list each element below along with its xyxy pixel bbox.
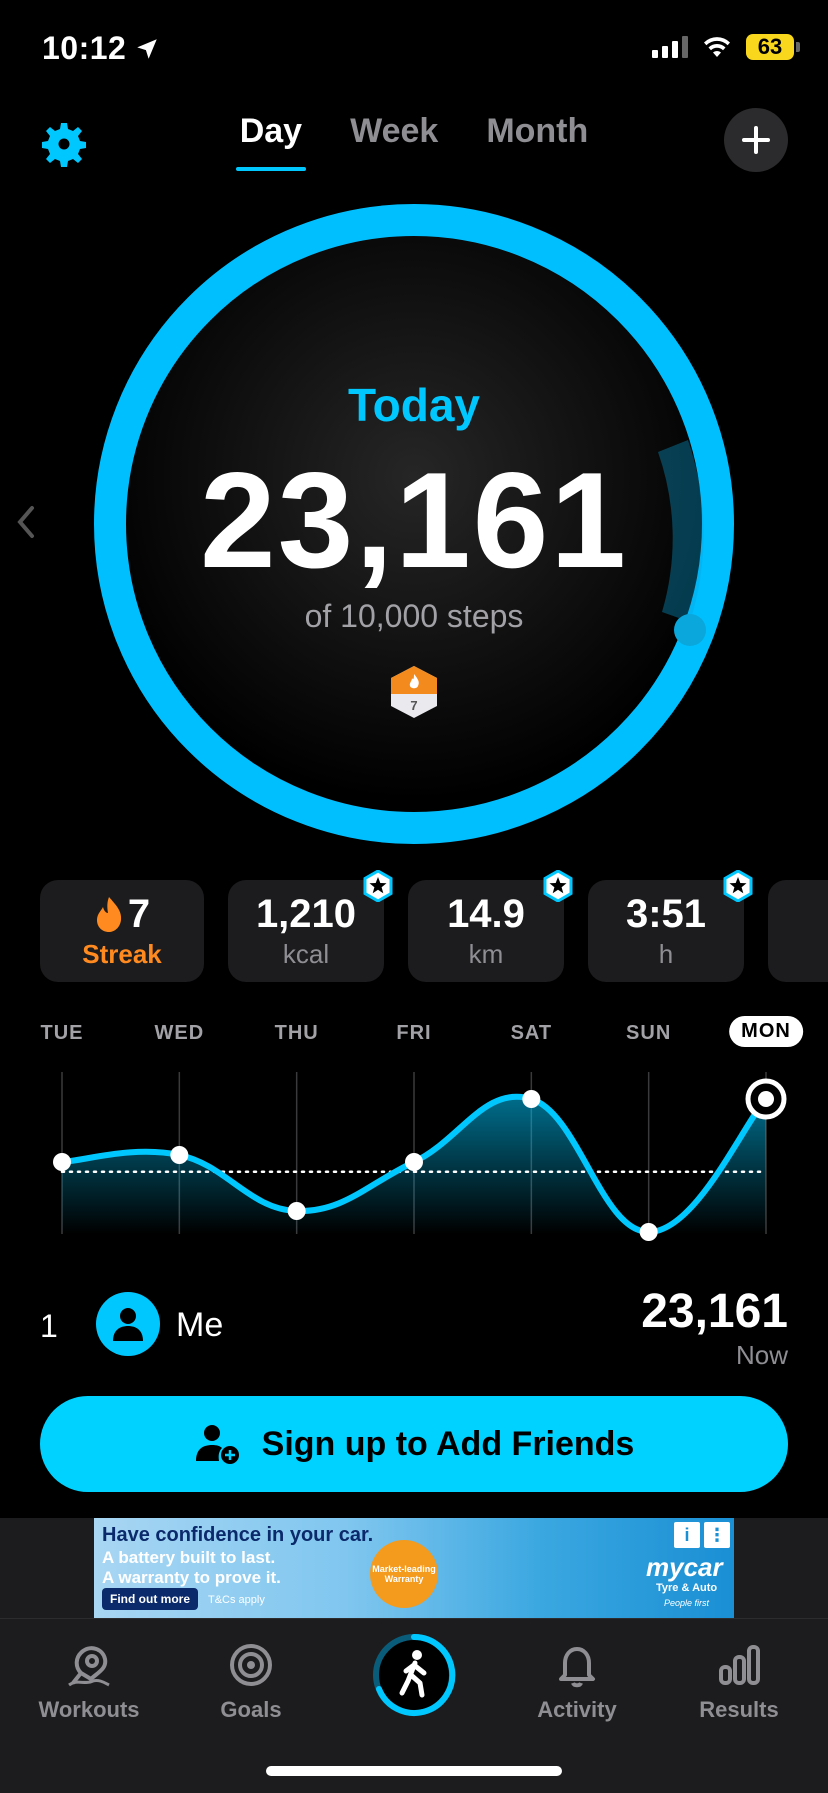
nav-goals-label: Goals [220, 1697, 282, 1722]
walking-icon [373, 1633, 456, 1716]
day-label-thu[interactable]: THU [275, 1022, 319, 1045]
ad-more-options-icon[interactable]: ⋮ [704, 1522, 730, 1548]
bar-chart-icon [719, 1645, 760, 1685]
kcal-card[interactable]: 1,210 kcal [228, 870, 393, 982]
target-icon [230, 1644, 272, 1686]
today-label: Today [347, 379, 481, 431]
tab-week[interactable]: Week [350, 112, 438, 171]
star-badge-icon [363, 870, 393, 902]
battery-level: 63 [757, 34, 783, 59]
ad-line-2: A warranty to prove it. [102, 1568, 281, 1587]
duration-label: h [658, 938, 674, 969]
streak-label: Streak [82, 938, 162, 969]
sign-up-label: Sign up to Add Friends [261, 1424, 635, 1463]
cellular-signal-icon [652, 36, 688, 58]
status-indicators: 63 [652, 34, 800, 60]
status-time: 10:12 [42, 30, 160, 67]
distance-value: 14.9 [447, 891, 525, 936]
data-point-mon[interactable] [758, 1091, 774, 1107]
leaderboard-rank: 1 [40, 1308, 58, 1344]
duration-card[interactable]: 3:51 h [588, 870, 753, 982]
ad-terms: T&Cs apply [208, 1594, 265, 1606]
sign-up-add-friends-button[interactable]: Sign up to Add Friends [40, 1396, 788, 1492]
ad-warranty-seal: Market-leading Warranty [370, 1540, 438, 1608]
nav-results[interactable]: Results [664, 1639, 814, 1723]
avatar[interactable] [96, 1292, 160, 1356]
distance-card[interactable]: 14.9 km [408, 870, 573, 982]
ad-find-out-more-button[interactable]: Find out more [102, 1588, 198, 1610]
ad-banner[interactable]: Have confidence in your car. A battery b… [94, 1518, 734, 1618]
ad-info-icon[interactable]: i [674, 1522, 700, 1548]
nav-goals[interactable]: Goals [176, 1639, 326, 1723]
tab-month[interactable]: Month [486, 112, 588, 171]
leaderboard-time: Now [735, 1340, 788, 1370]
nav-workouts[interactable]: Workouts [14, 1639, 164, 1723]
add-button[interactable] [724, 108, 788, 172]
nav-activity[interactable]: Activity [502, 1639, 652, 1723]
home-indicator [266, 1766, 562, 1776]
day-label-wed[interactable]: WED [154, 1022, 204, 1045]
user-icon [113, 1308, 143, 1341]
data-point-thu[interactable] [287, 1202, 306, 1220]
ad-headline: Have confidence in your car. [102, 1524, 374, 1546]
leaderboard-name: Me [176, 1306, 224, 1344]
ad-line-1: A battery built to last. [102, 1548, 276, 1567]
nav-results-label: Results [699, 1697, 779, 1722]
tab-day[interactable]: Day [235, 112, 307, 171]
weekly-steps-chart [0, 1062, 828, 1252]
star-badge-icon [543, 870, 573, 902]
battery-indicator: 63 [746, 34, 800, 60]
streak-badge-icon[interactable]: 7 [388, 664, 440, 720]
kcal-value: 1,210 [255, 891, 357, 936]
duration-value: 3:51 [625, 891, 707, 936]
leaderboard-steps: 23,161 [641, 1285, 788, 1338]
steps-count: 23,161 [200, 444, 628, 596]
wifi-icon [704, 37, 730, 57]
map-pin-icon [68, 1646, 110, 1687]
ad-seal-text: Market-leading Warranty [372, 1564, 436, 1584]
chart-day-labels: TUE WED THU FRI SAT SUN MON [0, 1016, 828, 1062]
bell-icon [559, 1647, 595, 1688]
clock-text: 10:12 [42, 30, 127, 66]
ad-brand-logo: mycar [646, 1552, 723, 1582]
day-label-sun[interactable]: SUN [626, 1022, 671, 1045]
data-point-wed[interactable] [170, 1146, 189, 1164]
streak-card[interactable]: 7 Streak [40, 880, 204, 982]
add-friend-icon [195, 1425, 239, 1464]
kcal-label: kcal [282, 938, 330, 969]
data-point-sun[interactable] [639, 1223, 658, 1241]
floors-card-partial[interactable]: Fl [768, 880, 828, 982]
star-badge-icon [723, 870, 753, 902]
plus-icon [742, 126, 770, 154]
flame-icon [96, 896, 121, 932]
day-label-mon[interactable]: MON [729, 1016, 803, 1047]
nav-activity-label: Activity [537, 1697, 617, 1722]
day-label-fri[interactable]: FRI [396, 1022, 431, 1045]
period-tabs: Day Week Month [0, 112, 828, 171]
data-point-sat[interactable] [522, 1090, 541, 1108]
data-point-fri[interactable] [405, 1153, 423, 1171]
day-label-tue[interactable]: TUE [41, 1022, 84, 1045]
stat-cards: 7 Streak 1,210 kcal 14.9 km 3:51 h Fl [40, 870, 828, 982]
ad-tagline: People first [664, 1598, 710, 1608]
day-label-sat[interactable]: SAT [511, 1022, 553, 1045]
nav-steps-home[interactable] [372, 1633, 456, 1717]
steps-goal-text: of 10,000 steps [304, 598, 524, 634]
data-point-tue[interactable] [53, 1153, 71, 1171]
streak-badge-number: 7 [410, 698, 417, 713]
ad-brand-sub: Tyre & Auto [656, 1582, 718, 1594]
location-arrow-icon [137, 38, 158, 59]
streak-value: 7 [127, 891, 151, 936]
distance-label: km [468, 938, 504, 969]
nav-workouts-label: Workouts [38, 1697, 140, 1722]
